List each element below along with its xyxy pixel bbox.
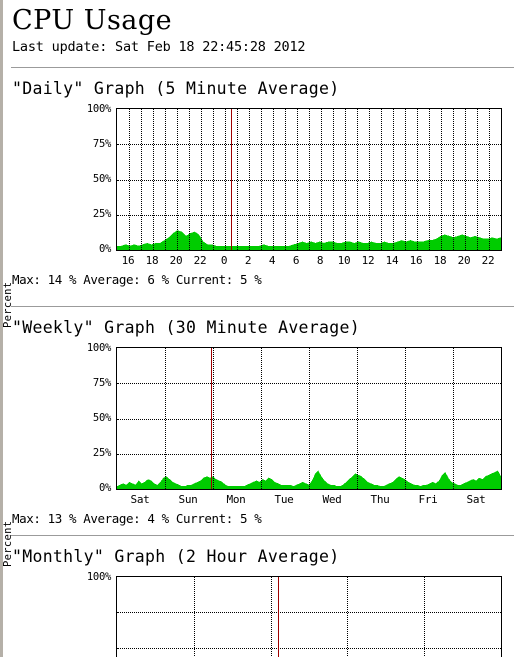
x-tick-label: 14 [385,254,399,268]
y-tick-weekly-100: 100% [86,342,111,355]
x-tick-label: 2 [244,254,252,268]
x-tick-label: 22 [481,254,495,268]
plot-area-daily[interactable] [116,108,502,252]
gridline-vertical [194,577,196,657]
gridline-vertical [424,577,426,657]
x-tick-label: Fri [418,493,438,507]
now-marker-line [211,348,212,490]
x-tick-label: 18 [433,254,447,268]
graph-daily: Percent 100% 75% 50% 25% 0% 16 18 20 22 0 2 4 6… [3,103,512,328]
y-tick-weekly-25: 25% [92,447,111,460]
plot-area-monthly[interactable] [116,576,502,657]
x-tick-label: 18 [145,254,159,268]
section-title-monthly: "Monthly" Graph (2 Hour Average) [12,547,340,567]
gridline-horizontal [117,180,501,182]
x-tick-label: 20 [169,254,183,268]
divider-1 [11,67,514,69]
y-tick-weekly-50: 50% [92,412,111,425]
section-daily: "Daily" Graph (5 Minute Average) Percent… [3,79,515,328]
x-ticks-weekly: Sat Sun Mon Tue Wed Thu Fri Sat [116,493,500,509]
x-tick-label: Mon [226,493,246,507]
y-tick-weekly-75: 75% [92,377,111,390]
x-tick-label: Sat [130,493,150,507]
y-tick-weekly-0: 0% [98,482,111,495]
gridline-horizontal [117,383,501,385]
x-tick-label: 6 [292,254,300,268]
usage-area-monthly [117,577,501,657]
y-tick-daily-100: 100% [86,103,111,116]
divider-2 [11,306,514,308]
plot-area-weekly[interactable] [116,347,502,491]
gridline-horizontal [117,648,501,650]
x-tick-label: Wed [322,493,342,507]
x-ticks-daily: 16 18 20 22 0 2 4 6 8 10 12 14 16 18 20 22 [116,254,500,270]
stats-weekly: Max: 13 % Average: 4 % Current: 5 % [12,511,262,527]
gridline-horizontal [117,612,501,614]
browser-viewport: CPU Usage Last update: Sat Feb 18 22:45:… [0,0,515,657]
last-update-text: Last update: Sat Feb 18 22:45:28 2012 [12,39,306,56]
section-weekly: "Weekly" Graph (30 Minute Average) Perce… [3,318,515,567]
gridline-vertical [347,577,349,657]
graph-weekly: Percent 100% 75% 50% 25% 0% Sat Sun Mon Tue… [3,342,512,567]
x-tick-label: 22 [193,254,207,268]
x-tick-label: Thu [370,493,390,507]
x-tick-label: Tue [274,493,294,507]
x-tick-label: Sat [466,493,486,507]
gridline-vertical [271,577,273,657]
x-tick-label: 20 [457,254,471,268]
gridline-horizontal [117,419,501,421]
x-tick-label: 16 [121,254,135,268]
x-tick-label: 8 [316,254,324,268]
page-content: CPU Usage Last update: Sat Feb 18 22:45:… [3,0,515,657]
y-tick-daily-75: 75% [92,138,111,151]
y-tick-monthly-100: 100% [86,571,111,584]
x-tick-label: 10 [337,254,351,268]
x-tick-label: 16 [409,254,423,268]
page-title: CPU Usage [12,5,173,36]
section-title-daily: "Daily" Graph (5 Minute Average) [12,79,340,99]
x-tick-label: 4 [268,254,276,268]
now-marker-line [231,109,232,251]
stats-daily: Max: 14 % Average: 6 % Current: 5 % [12,272,262,288]
y-tick-daily-0: 0% [98,243,111,256]
divider-3 [11,535,514,537]
y-tick-daily-25: 25% [92,208,111,221]
x-tick-label: 12 [361,254,375,268]
now-marker-line [278,577,279,657]
x-tick-label: 0 [220,254,228,268]
gridline-horizontal [117,144,501,146]
gridline-horizontal [117,215,501,217]
y-tick-daily-50: 50% [92,173,111,186]
x-tick-label: Sun [178,493,198,507]
section-monthly: "Monthly" Graph (2 Hour Average) 100% [6,547,515,657]
gridline-horizontal [117,454,501,456]
graph-monthly: 100% [6,571,512,657]
section-title-weekly: "Weekly" Graph (30 Minute Average) [12,318,360,338]
